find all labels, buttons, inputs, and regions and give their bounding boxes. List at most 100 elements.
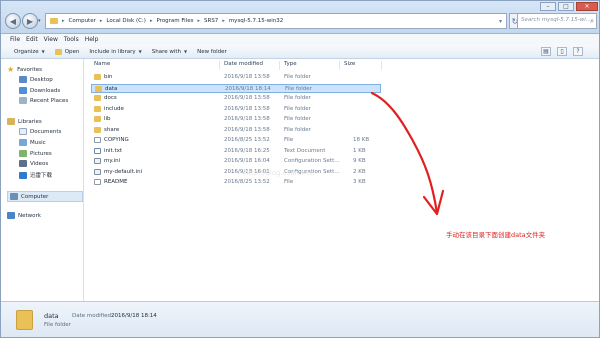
forward-button[interactable]: ▶ xyxy=(22,13,38,29)
star-icon: ★ xyxy=(7,65,15,74)
column-type[interactable]: Type xyxy=(284,61,297,67)
file-size: 9 KB xyxy=(353,158,366,164)
file-type: File xyxy=(284,137,294,143)
details-date-label: Date modified: xyxy=(72,313,113,319)
nav-music[interactable]: Music xyxy=(19,139,46,146)
new-folder-button[interactable]: New folder xyxy=(197,49,227,55)
column-divider[interactable] xyxy=(219,61,220,70)
file-date: 2016/9/18 13:58 xyxy=(224,116,270,122)
nav-recent-places[interactable]: Recent Places xyxy=(19,97,68,104)
nav-desktop[interactable]: Desktop xyxy=(19,76,53,83)
menu-view[interactable]: View xyxy=(41,34,61,45)
file-name: init.txt xyxy=(104,147,123,154)
file-size: 1 KB xyxy=(353,147,366,154)
nav-network[interactable]: Network xyxy=(7,212,41,219)
nav-music-label: Music xyxy=(30,139,46,146)
column-date-modified[interactable]: Date modified xyxy=(224,61,263,67)
help-icon[interactable]: ? xyxy=(573,47,583,56)
breadcrumb-computer[interactable]: Computer xyxy=(69,18,96,24)
menu-help[interactable]: Help xyxy=(82,34,102,45)
nav-libraries[interactable]: Libraries xyxy=(7,118,42,125)
preview-pane-icon[interactable]: ▯ xyxy=(557,47,567,56)
file-icon xyxy=(94,168,101,175)
file-row[interactable]: COPYING 2016/8/25 13:52 File 18 KB xyxy=(91,136,381,145)
breadcrumb-separator-icon[interactable]: ▸ xyxy=(150,18,153,24)
folder-icon xyxy=(94,105,101,112)
nav-videos[interactable]: Videos xyxy=(19,160,48,167)
network-icon xyxy=(7,212,15,219)
file-size: 2 KB xyxy=(353,168,366,175)
file-row[interactable]: include 2016/9/18 13:58 File folder xyxy=(91,105,381,114)
address-bar[interactable]: ▸ Computer ▸ Local Disk (C:) ▸ Program F… xyxy=(45,13,507,29)
file-row[interactable]: docs 2016/9/18 13:58 File folder xyxy=(91,94,381,103)
details-pane: data Date modified: 2016/9/18 18:14 File… xyxy=(1,301,599,337)
column-divider[interactable] xyxy=(381,61,382,70)
nav-computer-label: Computer xyxy=(21,193,49,200)
file-row[interactable]: README 2016/8/25 13:52 File 3 KB xyxy=(91,178,381,187)
file-list: Name Date modified Type Size bin 2016/9/1… xyxy=(85,59,599,301)
include-in-library-button[interactable]: Include in library ▼ xyxy=(89,49,141,55)
file-row[interactable]: init.txt 2016/9/18 16:25 Text Document 1 KB xyxy=(91,147,381,156)
breadcrumb-program-files[interactable]: Program Files xyxy=(156,18,193,24)
maximize-button[interactable]: □ xyxy=(558,2,574,11)
open-button[interactable]: Open xyxy=(54,48,79,55)
include-label: Include in library xyxy=(89,48,136,55)
search-icon[interactable]: ⌕ xyxy=(590,17,594,26)
details-date-value: 2016/9/18 18:14 xyxy=(111,313,157,319)
computer-icon xyxy=(10,193,18,200)
search-input[interactable]: Search mysql-5.7.15-wi... ⌕ xyxy=(517,13,597,29)
minimize-button[interactable]: – xyxy=(540,2,556,11)
column-divider[interactable] xyxy=(279,61,280,70)
breadcrumb-separator-icon[interactable]: ▸ xyxy=(197,18,200,24)
nav-favorites[interactable]: ★ Favorites xyxy=(7,65,42,74)
forward-arrow-icon: ▶ xyxy=(26,16,34,26)
file-row[interactable]: lib 2016/9/18 13:58 File folder xyxy=(91,115,381,124)
back-button[interactable]: ◀ xyxy=(5,13,21,29)
nav-pictures[interactable]: Pictures xyxy=(19,150,52,157)
menu-file[interactable]: File xyxy=(7,34,23,45)
breadcrumb-separator-icon[interactable]: ▸ xyxy=(62,18,65,24)
file-row[interactable]: my-default.ini 2016/9/18 16:01 Configurati… xyxy=(91,168,381,177)
file-date: 2016/9/18 16:04 xyxy=(224,158,270,164)
file-icon xyxy=(94,179,101,185)
file-date: 2016/9/18 16:25 xyxy=(224,147,270,154)
recent-pages-dropdown[interactable]: ▾ xyxy=(38,18,41,24)
nav-pictures-label: Pictures xyxy=(30,150,52,157)
breadcrumb-srs7[interactable]: SRS7 xyxy=(204,18,218,24)
breadcrumb-mysql[interactable]: mysql-5.7.15-win32 xyxy=(229,18,283,24)
folder-icon xyxy=(94,74,101,80)
menu-bar: File Edit View Tools Help xyxy=(1,34,599,45)
breadcrumb-separator-icon[interactable]: ▸ xyxy=(222,18,225,24)
file-name: COPYING xyxy=(104,137,129,143)
nav-computer[interactable]: Computer xyxy=(7,191,83,202)
change-view-icon[interactable]: ▤ xyxy=(541,47,551,56)
details-type: File folder xyxy=(44,322,71,328)
file-name: bin xyxy=(104,74,113,80)
file-row[interactable]: share 2016/9/18 13:58 File folder xyxy=(91,126,381,135)
nav-documents[interactable]: Documents xyxy=(19,128,61,135)
breadcrumb-separator-icon[interactable]: ▸ xyxy=(100,18,103,24)
menu-edit[interactable]: Edit xyxy=(23,34,41,45)
organize-button[interactable]: Organize ▼ xyxy=(14,49,45,55)
file-row[interactable]: data 2016/9/18 18:14 File folder xyxy=(91,83,381,93)
file-row[interactable]: my.ini 2016/9/18 16:04 Configuration Sett.… xyxy=(91,157,381,166)
share-with-button[interactable]: Share with ▼ xyxy=(152,49,187,55)
nav-downloads[interactable]: Downloads xyxy=(19,87,60,94)
breadcrumb-local-disk[interactable]: Local Disk (C:) xyxy=(106,18,146,24)
folder-icon xyxy=(94,126,101,133)
window-controls: – □ ✕ xyxy=(540,2,598,11)
file-size: 18 KB xyxy=(353,137,370,143)
file-type: File folder xyxy=(284,126,311,133)
file-name: my-default.ini xyxy=(104,168,143,175)
column-name[interactable]: Name xyxy=(94,61,110,67)
nav-thunder-downloads[interactable]: 迅雷下载 xyxy=(19,171,52,179)
menu-tools[interactable]: Tools xyxy=(61,34,82,45)
file-row[interactable]: bin 2016/9/18 13:58 File folder xyxy=(91,73,381,82)
file-type: File folder xyxy=(284,116,311,122)
column-size[interactable]: Size xyxy=(344,61,355,67)
nav-libraries-label: Libraries xyxy=(18,118,42,125)
file-type: Text Document xyxy=(284,147,326,154)
address-dropdown-icon[interactable]: ▾ xyxy=(499,18,502,25)
column-divider[interactable] xyxy=(339,61,340,70)
close-button[interactable]: ✕ xyxy=(576,2,598,11)
